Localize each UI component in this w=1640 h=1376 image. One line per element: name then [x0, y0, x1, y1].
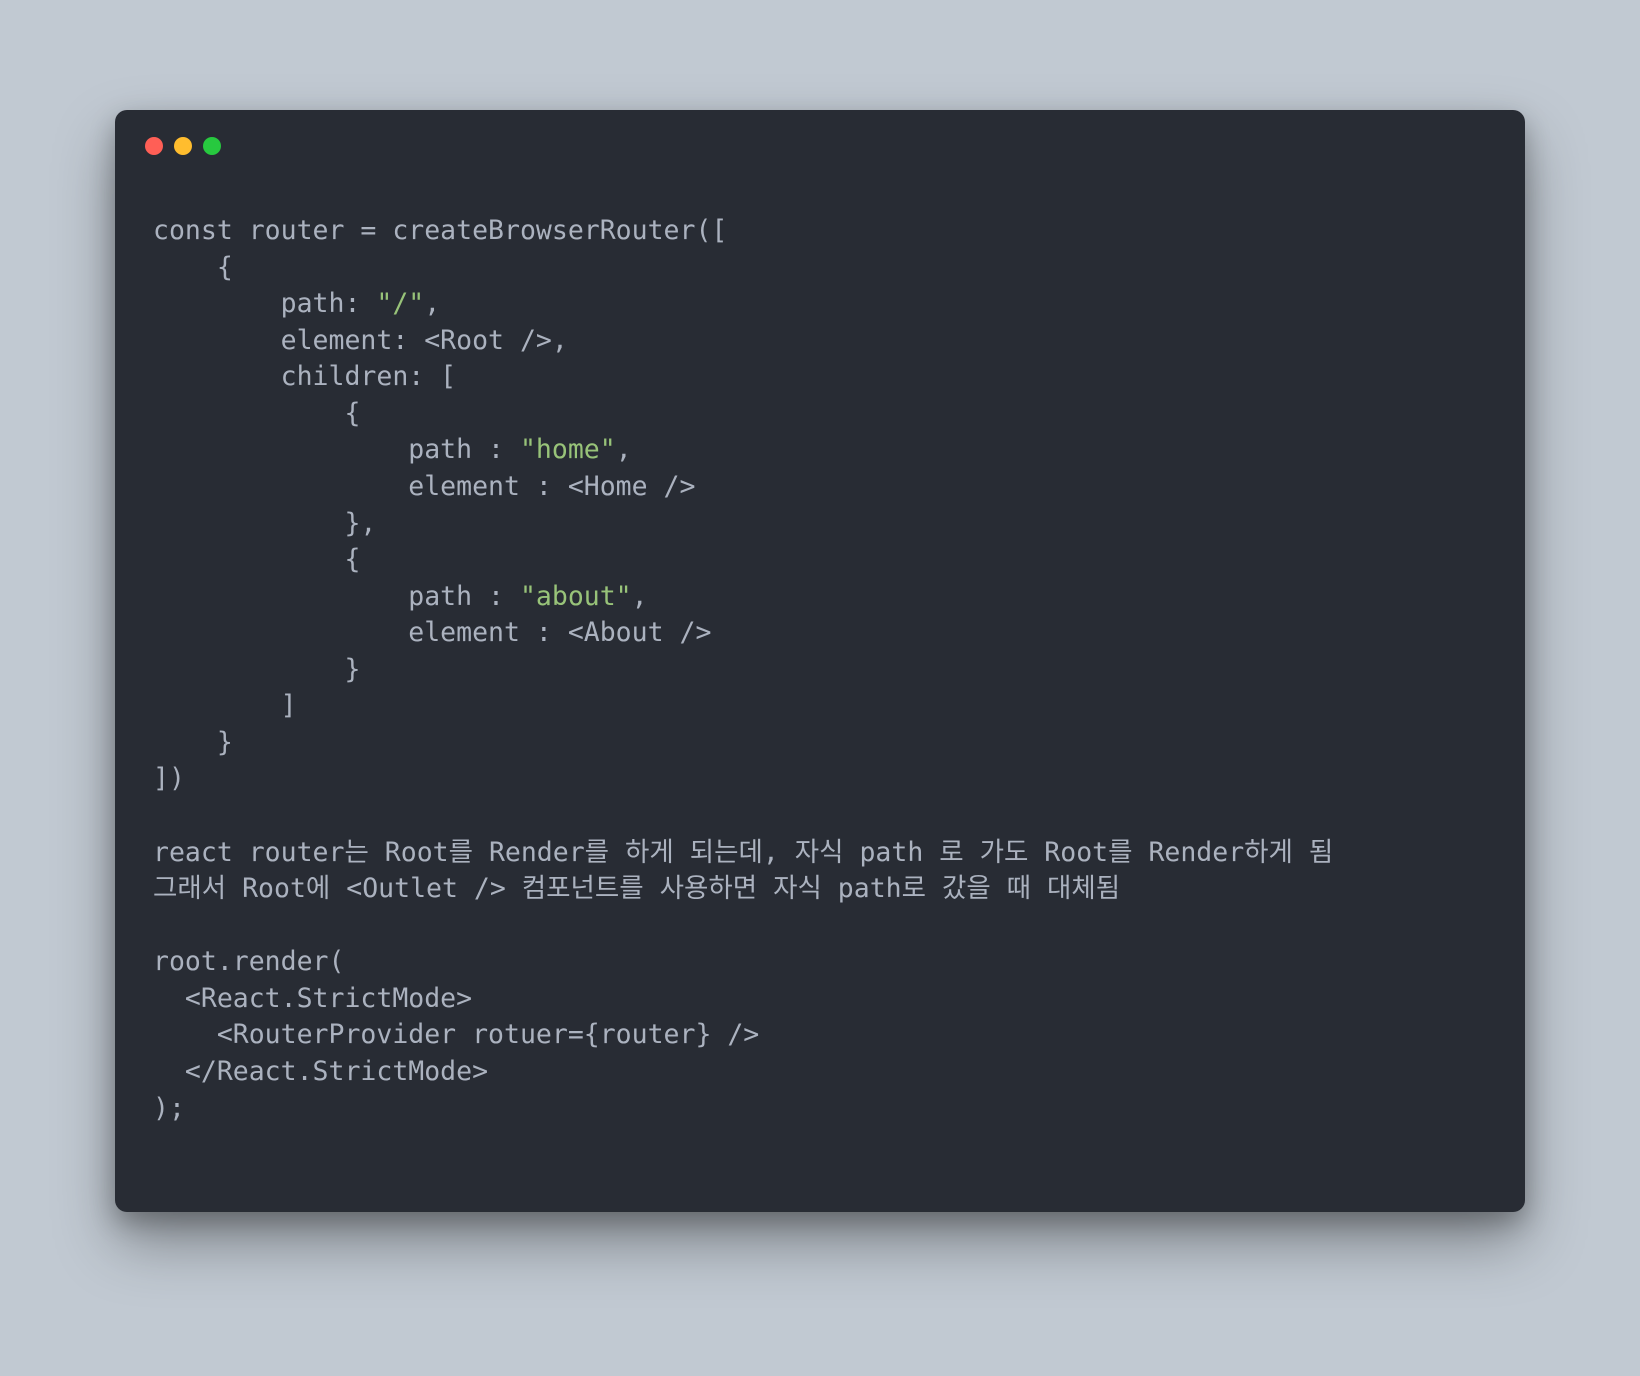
code-line: children: [	[153, 361, 456, 392]
code-line: const router = createBrowserRouter([	[153, 215, 727, 246]
string-literal: "/"	[376, 288, 424, 319]
code-line: 그래서 Root에 <Outlet /> 컴포넌트를 사용하면 자식 path로…	[153, 873, 1120, 904]
code-line: ])	[153, 763, 185, 794]
minimize-icon[interactable]	[174, 137, 192, 155]
code-line: </React.StrictMode>	[153, 1056, 488, 1087]
code-line: element : <Home />	[153, 471, 695, 502]
code-line: ,	[616, 434, 632, 465]
string-literal: "about"	[520, 581, 632, 612]
code-line: ]	[153, 690, 297, 721]
window-titlebar	[115, 110, 1525, 175]
code-line: path:	[153, 288, 376, 319]
code-line: <RouterProvider rotuer={router} />	[153, 1019, 759, 1050]
code-line: element : <About />	[153, 617, 711, 648]
code-line: {	[153, 544, 360, 575]
code-line: path :	[153, 434, 520, 465]
code-line: }	[153, 654, 360, 685]
zoom-icon[interactable]	[203, 137, 221, 155]
code-line: {	[153, 252, 233, 283]
code-line: {	[153, 398, 360, 429]
code-line: ,	[632, 581, 648, 612]
code-line: },	[153, 508, 376, 539]
code-line: root.render(	[153, 946, 344, 977]
code-line: <React.StrictMode>	[153, 983, 472, 1014]
code-line: ,	[424, 288, 440, 319]
string-literal: "home"	[520, 434, 616, 465]
code-line: );	[153, 1093, 185, 1124]
code-line: path :	[153, 581, 520, 612]
code-line: react router는 Root를 Render를 하게 되는데, 자식 p…	[153, 837, 1333, 868]
code-line: }	[153, 727, 233, 758]
code-line: element: <Root />,	[153, 325, 568, 356]
close-icon[interactable]	[145, 137, 163, 155]
code-window: const router = createBrowserRouter([ { p…	[115, 110, 1525, 1212]
code-block: const router = createBrowserRouter([ { p…	[115, 175, 1525, 1127]
